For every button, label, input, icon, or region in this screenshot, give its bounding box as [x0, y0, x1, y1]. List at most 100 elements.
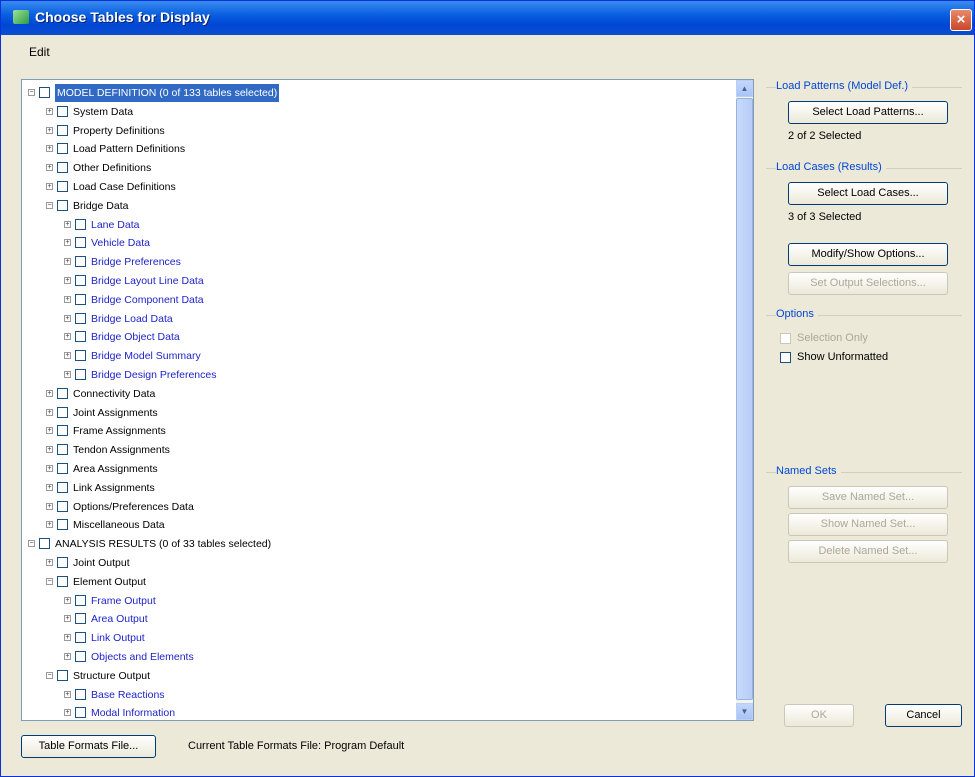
expand-icon[interactable]: + [64, 596, 71, 604]
expand-icon[interactable]: + [46, 465, 53, 472]
select-load-patterns-button[interactable]: Select Load Patterns... [788, 101, 948, 124]
show-unformatted-checkbox[interactable]: Show Unformatted [780, 351, 888, 363]
table-tree[interactable]: − MODEL DEFINITION (0 of 133 tables selec… [21, 79, 754, 721]
table-checkbox[interactable] [57, 500, 68, 512]
table-checkbox[interactable] [57, 425, 68, 437]
table-checkbox[interactable] [57, 463, 68, 474]
expand-icon[interactable]: + [46, 126, 53, 134]
expand-icon[interactable]: + [64, 277, 71, 284]
expand-icon[interactable]: + [64, 371, 71, 378]
scroll-thumb[interactable] [736, 98, 753, 700]
collapse-icon[interactable]: − [46, 671, 53, 679]
table-checkbox[interactable] [75, 613, 86, 625]
named-sets-group-title: Named Sets [776, 465, 841, 477]
expand-icon[interactable]: + [46, 427, 53, 435]
close-button[interactable]: × [950, 9, 972, 31]
table-checkbox[interactable] [57, 406, 68, 418]
expand-icon[interactable]: + [64, 615, 71, 623]
show-named-set-button[interactable]: Show Named Set... [788, 513, 948, 536]
current-table-formats-label: Current Table Formats File: Program Defa… [188, 740, 405, 752]
table-formats-file-button[interactable]: Table Formats File... [21, 735, 156, 758]
table-checkbox[interactable] [57, 124, 68, 136]
table-checkbox[interactable] [57, 162, 68, 174]
expand-icon[interactable]: + [46, 502, 53, 510]
table-checkbox[interactable] [75, 256, 86, 268]
expand-icon[interactable]: + [46, 183, 53, 190]
expand-icon[interactable]: + [64, 258, 71, 266]
ok-button[interactable]: OK [784, 704, 854, 727]
expand-icon[interactable]: + [46, 446, 53, 454]
table-checkbox[interactable] [75, 369, 86, 380]
table-checkbox[interactable] [57, 105, 68, 117]
expand-icon[interactable]: + [64, 352, 71, 360]
expand-icon[interactable]: + [46, 164, 53, 172]
collapse-icon[interactable]: − [46, 201, 53, 209]
table-checkbox[interactable] [57, 199, 68, 211]
table-checkbox[interactable] [57, 143, 68, 155]
table-checkbox[interactable] [75, 331, 86, 343]
table-checkbox[interactable] [75, 632, 86, 644]
table-checkbox[interactable] [75, 275, 86, 286]
table-checkbox[interactable] [75, 237, 86, 249]
tree-row-label: Property Definitions [73, 124, 165, 137]
table-checkbox[interactable] [57, 481, 68, 493]
table-checkbox[interactable] [75, 312, 86, 324]
table-checkbox[interactable] [57, 387, 68, 399]
selection-only-checkbox[interactable]: Selection Only [780, 332, 868, 344]
expand-icon[interactable]: + [46, 559, 53, 566]
table-checkbox[interactable] [75, 707, 86, 719]
expand-icon[interactable]: + [46, 408, 53, 416]
expand-icon[interactable]: + [64, 634, 71, 642]
table-checkbox[interactable] [57, 669, 68, 681]
expand-icon[interactable]: + [46, 107, 53, 115]
checkbox[interactable] [780, 351, 791, 363]
collapse-icon[interactable]: − [28, 540, 35, 548]
table-checkbox[interactable] [75, 293, 86, 305]
expand-icon[interactable]: + [64, 653, 71, 660]
select-load-cases-button[interactable]: Select Load Cases... [788, 182, 948, 205]
tree-row-label: Bridge Layout Line Data [91, 275, 204, 287]
scroll-down-button[interactable]: ▼ [736, 703, 753, 720]
delete-named-set-button[interactable]: Delete Named Set... [788, 540, 948, 563]
load-cases-group-title: Load Cases (Results) [776, 161, 886, 173]
expand-icon[interactable]: + [64, 314, 71, 322]
tree-row-label: Structure Output [73, 669, 151, 682]
tree-row-label: Element Output [73, 575, 146, 588]
expand-icon[interactable]: + [64, 239, 71, 247]
tree-row-label: MODEL DEFINITION (0 of 133 tables select… [55, 84, 280, 102]
expand-icon[interactable]: + [46, 145, 53, 153]
vertical-scrollbar[interactable]: ▲ ▼ [736, 80, 753, 720]
set-output-selections-button[interactable]: Set Output Selections... [788, 272, 948, 295]
table-checkbox[interactable] [57, 519, 68, 531]
tree-row-label: Bridge Object Data [91, 331, 180, 344]
scroll-up-button[interactable]: ▲ [736, 80, 753, 97]
expand-icon[interactable]: + [64, 690, 71, 698]
table-checkbox[interactable] [57, 181, 68, 192]
table-checkbox[interactable] [75, 594, 86, 606]
expand-icon[interactable]: + [64, 295, 71, 303]
modify-show-options-button[interactable]: Modify/Show Options... [788, 243, 948, 266]
table-checkbox[interactable] [75, 218, 86, 230]
table-checkbox[interactable] [57, 444, 68, 456]
show-unformatted-label: Show Unformatted [797, 351, 889, 363]
table-checkbox[interactable] [75, 688, 86, 700]
table-checkbox[interactable] [57, 557, 68, 568]
table-checkbox[interactable] [39, 87, 50, 98]
right-panel: Load Patterns (Model Def.) Select Load P… [766, 79, 962, 579]
save-named-set-button[interactable]: Save Named Set... [788, 486, 948, 509]
expand-icon[interactable]: + [64, 709, 71, 717]
checkbox[interactable] [780, 332, 791, 344]
expand-icon[interactable]: + [46, 521, 53, 529]
table-checkbox[interactable] [57, 575, 68, 587]
collapse-icon[interactable]: − [46, 577, 53, 585]
table-checkbox[interactable] [39, 538, 50, 550]
collapse-icon[interactable]: − [28, 89, 35, 96]
menu-edit[interactable]: Edit [29, 45, 50, 59]
expand-icon[interactable]: + [64, 333, 71, 341]
expand-icon[interactable]: + [46, 389, 53, 397]
cancel-button[interactable]: Cancel [885, 704, 962, 727]
table-checkbox[interactable] [75, 651, 86, 662]
table-checkbox[interactable] [75, 350, 86, 362]
expand-icon[interactable]: + [46, 483, 53, 491]
expand-icon[interactable]: + [64, 220, 71, 228]
